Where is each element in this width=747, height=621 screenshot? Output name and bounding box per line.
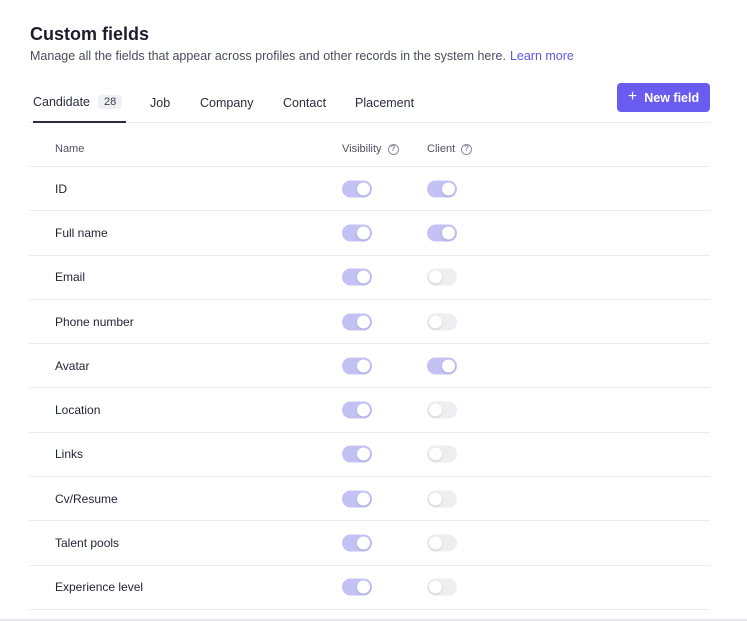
learn-more-link[interactable]: Learn more bbox=[510, 49, 574, 63]
visibility-toggle[interactable] bbox=[342, 313, 372, 331]
tab-placement[interactable]: Placement bbox=[355, 83, 414, 123]
field-name: Links bbox=[55, 447, 84, 462]
visibility-toggle[interactable] bbox=[342, 445, 372, 463]
table-row: Experience level bbox=[29, 566, 710, 610]
client-toggle[interactable] bbox=[427, 180, 457, 198]
visibility-toggle[interactable] bbox=[342, 578, 372, 596]
toggle-knob bbox=[357, 182, 370, 196]
field-name: Avatar bbox=[55, 358, 90, 373]
client-toggle[interactable] bbox=[427, 401, 457, 419]
page-subtitle: Manage all the fields that appear across… bbox=[30, 49, 574, 63]
visibility-toggle[interactable] bbox=[342, 534, 372, 552]
toggle-knob bbox=[442, 182, 455, 196]
field-name: Location bbox=[55, 403, 101, 418]
column-header-name: Name bbox=[55, 143, 84, 155]
visibility-toggle[interactable] bbox=[342, 401, 372, 419]
field-name: Cv/Resume bbox=[55, 491, 118, 506]
page-title: Custom fields bbox=[30, 24, 150, 44]
visibility-toggle[interactable] bbox=[342, 357, 372, 375]
visibility-toggle[interactable] bbox=[342, 180, 372, 198]
field-name: Full name bbox=[55, 225, 108, 240]
column-header-label: Name bbox=[55, 143, 85, 155]
tab-bar: Candidate 28 Job Company Contact Placeme… bbox=[29, 83, 710, 123]
client-toggle[interactable] bbox=[427, 224, 457, 242]
subtitle-text: Manage all the fields that appear across… bbox=[30, 49, 506, 63]
field-name: Phone number bbox=[55, 314, 134, 329]
visibility-toggle[interactable] bbox=[342, 224, 372, 242]
table-row: Avatar bbox=[29, 344, 710, 389]
client-toggle[interactable] bbox=[427, 534, 457, 552]
tab-company[interactable]: Company bbox=[200, 83, 254, 123]
column-header-visibility: Visibility ? bbox=[342, 143, 399, 155]
tab-candidate[interactable]: Candidate 28 bbox=[33, 83, 127, 123]
client-toggle[interactable] bbox=[427, 268, 457, 286]
field-name: Email bbox=[55, 270, 86, 285]
toggle-knob bbox=[429, 270, 442, 284]
table-row: Full name bbox=[29, 211, 710, 256]
client-toggle[interactable] bbox=[427, 578, 457, 596]
table-row: Talent pools bbox=[29, 521, 710, 566]
toggle-knob bbox=[429, 492, 442, 506]
toggle-knob bbox=[357, 270, 370, 284]
table-row: ID bbox=[29, 167, 710, 212]
tab-label: Placement bbox=[355, 96, 415, 110]
new-field-button[interactable]: + New field bbox=[617, 83, 710, 112]
column-header-label: Visibility bbox=[342, 143, 382, 155]
plus-icon: + bbox=[627, 87, 638, 105]
tab-label: Company bbox=[200, 96, 254, 110]
table-row: Phone number bbox=[29, 300, 710, 345]
visibility-toggle[interactable] bbox=[342, 268, 372, 286]
toggle-knob bbox=[357, 226, 370, 240]
toggle-knob bbox=[357, 315, 370, 329]
tab-label: Contact bbox=[283, 96, 327, 110]
toggle-knob bbox=[429, 403, 442, 417]
table-row: Links bbox=[29, 433, 710, 478]
table-header: Name Visibility ? Client ? bbox=[29, 133, 710, 167]
tab-label: Job bbox=[150, 96, 171, 110]
toggle-knob bbox=[442, 359, 455, 373]
field-name: Experience level bbox=[55, 580, 144, 595]
field-name: ID bbox=[55, 181, 67, 196]
toggle-knob bbox=[357, 447, 370, 461]
fields-table: Name Visibility ? Client ? ID Full name Em… bbox=[29, 133, 710, 610]
client-toggle[interactable] bbox=[427, 313, 457, 331]
toggle-knob bbox=[429, 536, 442, 550]
toggle-knob bbox=[429, 580, 442, 594]
tab-contact[interactable]: Contact bbox=[283, 83, 326, 123]
client-toggle[interactable] bbox=[427, 490, 457, 508]
client-toggle[interactable] bbox=[427, 357, 457, 375]
new-field-label: New field bbox=[644, 90, 700, 105]
help-icon[interactable]: ? bbox=[387, 143, 399, 155]
column-header-client: Client ? bbox=[427, 143, 473, 155]
tab-label: Candidate bbox=[33, 95, 90, 109]
field-name: Talent pools bbox=[55, 536, 120, 551]
client-toggle[interactable] bbox=[427, 445, 457, 463]
toggle-knob bbox=[429, 447, 442, 461]
toggle-knob bbox=[429, 315, 442, 329]
column-header-label: Client bbox=[427, 143, 456, 155]
help-icon[interactable]: ? bbox=[461, 143, 473, 155]
toggle-knob bbox=[357, 492, 370, 506]
table-row: Email bbox=[29, 256, 710, 300]
toggle-knob bbox=[357, 359, 370, 373]
table-row: Location bbox=[29, 388, 710, 433]
toggle-knob bbox=[357, 403, 370, 417]
toggle-knob bbox=[357, 536, 370, 550]
toggle-knob bbox=[357, 580, 370, 594]
tab-job[interactable]: Job bbox=[150, 83, 170, 123]
table-row: Cv/Resume bbox=[29, 477, 710, 522]
visibility-toggle[interactable] bbox=[342, 490, 372, 508]
toggle-knob bbox=[442, 226, 455, 240]
tab-count-badge: 28 bbox=[98, 95, 123, 109]
